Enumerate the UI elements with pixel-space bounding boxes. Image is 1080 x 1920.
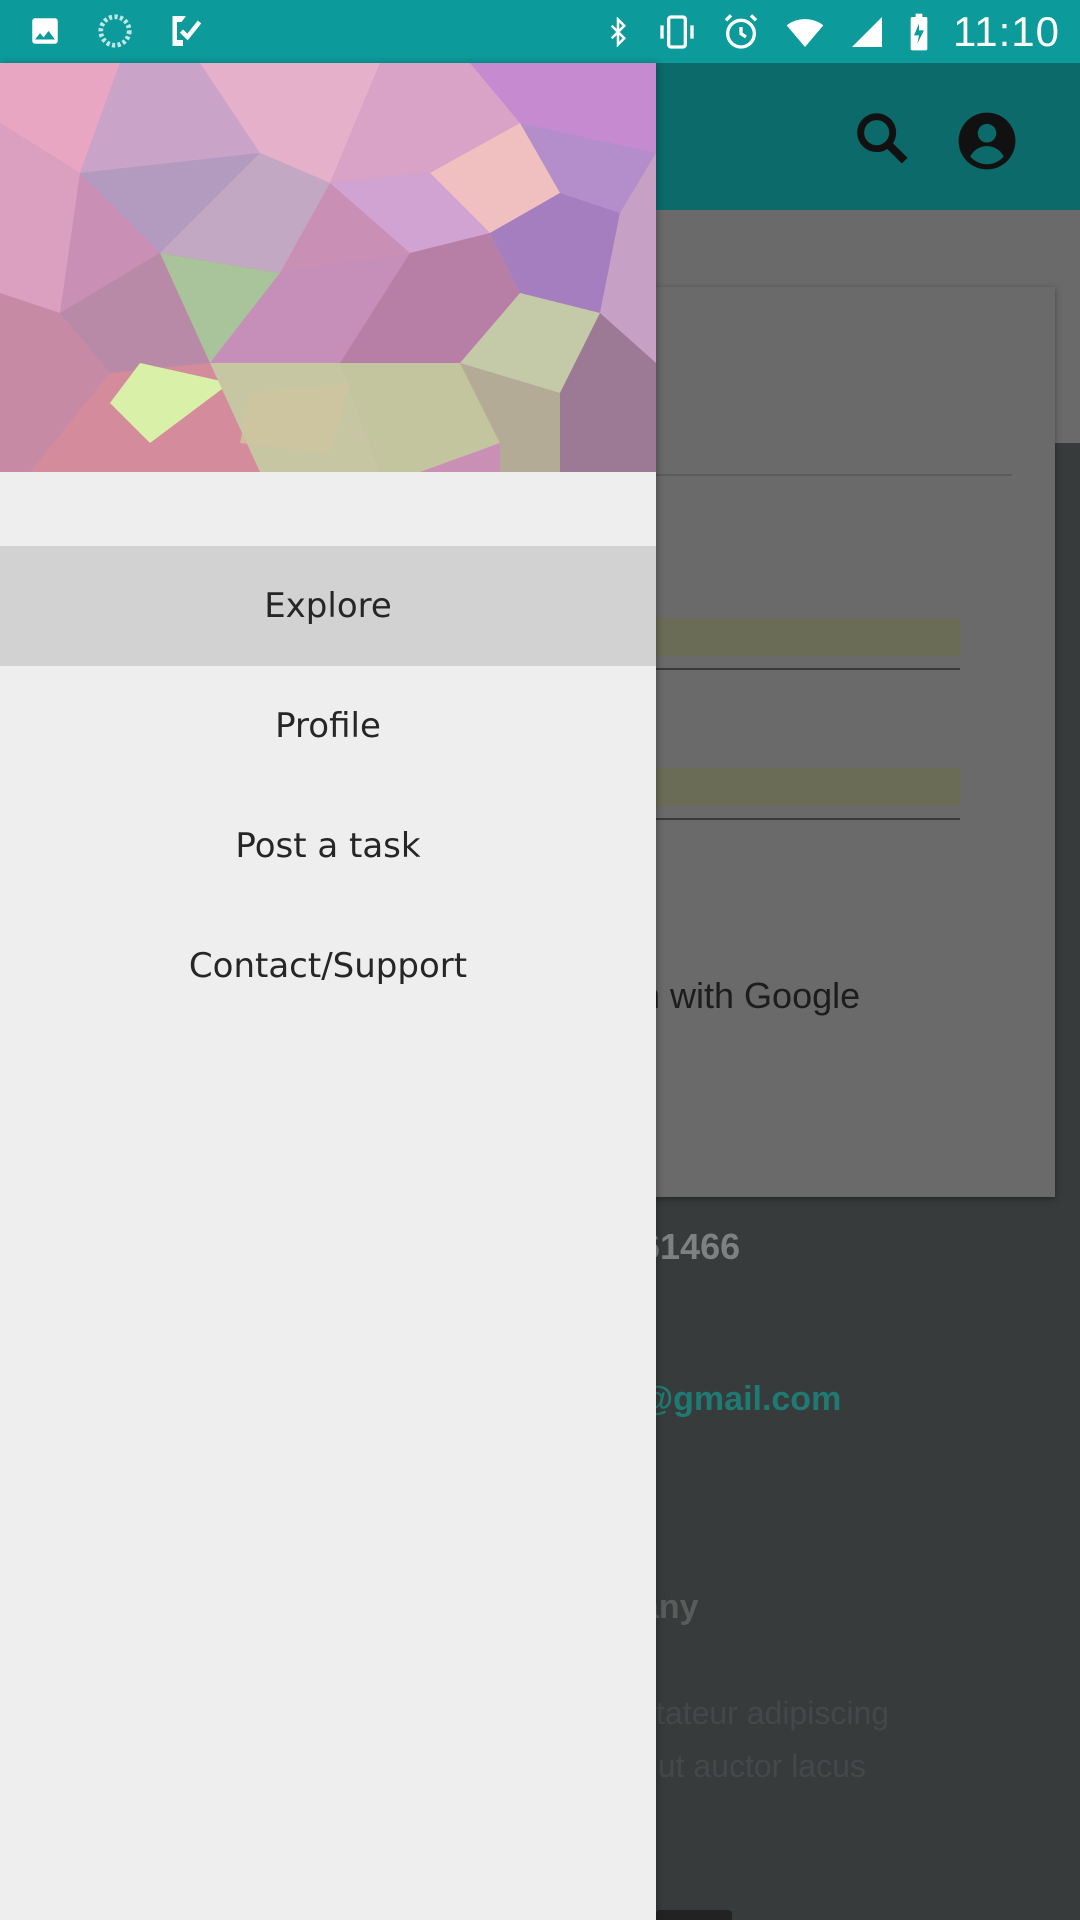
navigation-drawer: Explore Profile Post a task Contact/Supp… xyxy=(0,63,656,1920)
wifi-icon xyxy=(786,19,824,47)
menu-item-explore[interactable]: Explore xyxy=(0,546,656,666)
description-text: , ut auctor lacus xyxy=(640,1748,866,1784)
menu-item-post-a-task[interactable]: Post a task xyxy=(0,786,656,906)
drawer-header-image xyxy=(0,63,656,472)
battery-icon xyxy=(910,13,928,51)
email-link[interactable]: @gmail.com xyxy=(640,1380,841,1419)
bluetooth-icon xyxy=(610,16,627,48)
signal-icon xyxy=(852,17,882,47)
status-time: 11:10 xyxy=(953,8,1060,55)
account-icon[interactable] xyxy=(956,110,1018,172)
bottom-bar-stub xyxy=(656,1910,732,1920)
alarm-icon xyxy=(724,14,758,49)
description-text: ctateur adipiscing xyxy=(640,1695,890,1731)
status-bar: 11:10 xyxy=(0,0,1080,63)
menu-item-profile[interactable]: Profile xyxy=(0,666,656,786)
menu-item-contact-support[interactable]: Contact/Support xyxy=(0,906,656,1026)
vibrate-icon xyxy=(660,15,694,49)
image-icon xyxy=(32,18,58,44)
card-divider xyxy=(600,474,1012,476)
loading-icon xyxy=(98,14,132,48)
task-check-icon xyxy=(172,16,202,46)
google-signin-button[interactable]: n with Google xyxy=(640,975,860,1017)
login-card xyxy=(600,287,1055,1197)
search-icon[interactable] xyxy=(850,106,914,170)
